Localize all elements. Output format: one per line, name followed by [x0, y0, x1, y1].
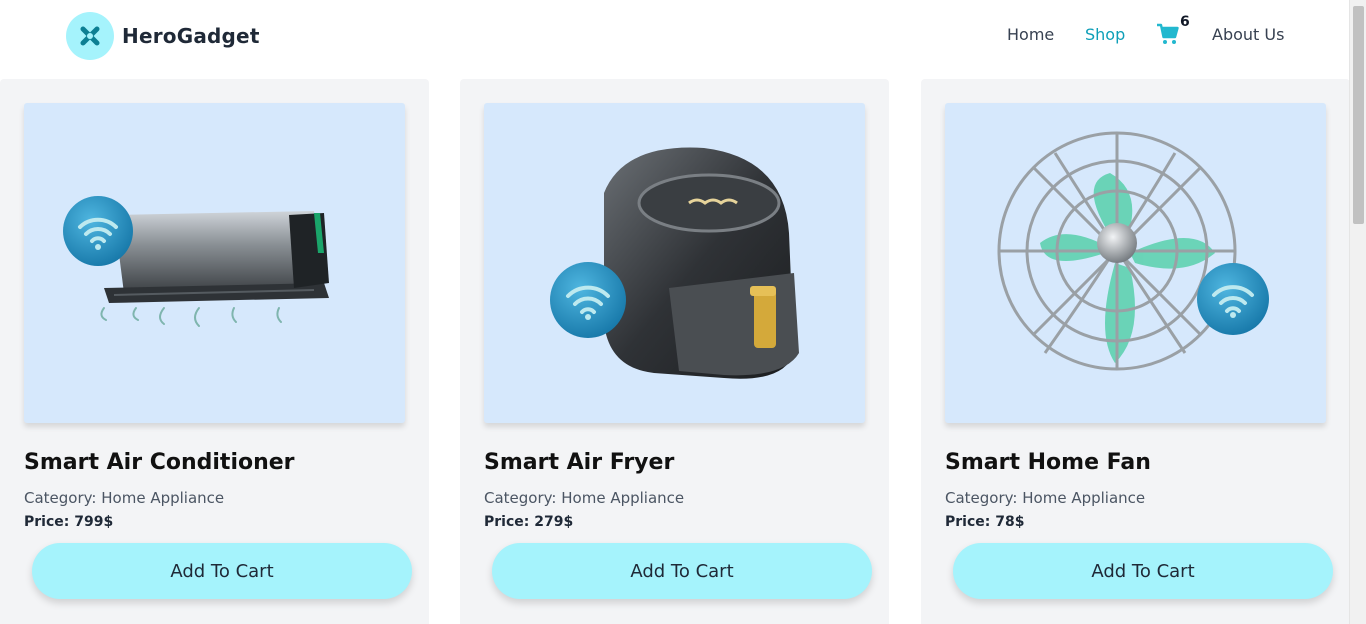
- product-card: Smart Air Conditioner Category: Home App…: [0, 79, 429, 624]
- main-nav: Home Shop 6 About Us: [0, 0, 1349, 72]
- air-fryer-image: [550, 147, 799, 379]
- add-to-cart-button[interactable]: Add To Cart: [492, 543, 872, 599]
- product-card: Smart Home Fan Category: Home Appliance …: [921, 79, 1350, 624]
- product-category: Category: Home Appliance: [484, 489, 685, 507]
- nav-shop-link[interactable]: Shop: [1085, 25, 1125, 44]
- header: HeroGadget Home Shop 6 About Us: [0, 0, 1349, 78]
- product-category: Category: Home Appliance: [945, 489, 1146, 507]
- product-category: Category: Home Appliance: [24, 489, 225, 507]
- product-card: Smart Air Fryer Category: Home Appliance…: [460, 79, 889, 624]
- nav-about-link[interactable]: About Us: [1212, 25, 1284, 44]
- product-image: [24, 103, 405, 423]
- cart-count-badge: 6: [1180, 14, 1190, 30]
- product-image: [484, 103, 865, 423]
- product-title: Smart Home Fan: [945, 450, 1151, 475]
- shop-page: HeroGadget Home Shop 6 About Us Smart Ai…: [0, 0, 1366, 624]
- add-to-cart-button[interactable]: Add To Cart: [953, 543, 1333, 599]
- fan-image: [997, 131, 1269, 371]
- product-price: Price: 799$: [24, 514, 114, 530]
- product-title: Smart Air Conditioner: [24, 450, 295, 475]
- product-price: Price: 78$: [945, 514, 1025, 530]
- nav-home-link[interactable]: Home: [1007, 25, 1054, 44]
- scrollbar-thumb[interactable]: [1353, 6, 1364, 224]
- vertical-scrollbar[interactable]: [1349, 0, 1366, 624]
- add-to-cart-button[interactable]: Add To Cart: [32, 543, 412, 599]
- product-image: [945, 103, 1326, 423]
- product-title: Smart Air Fryer: [484, 450, 675, 475]
- product-price: Price: 279$: [484, 514, 574, 530]
- cart-icon[interactable]: [1156, 22, 1182, 48]
- air-conditioner-image: [63, 196, 329, 327]
